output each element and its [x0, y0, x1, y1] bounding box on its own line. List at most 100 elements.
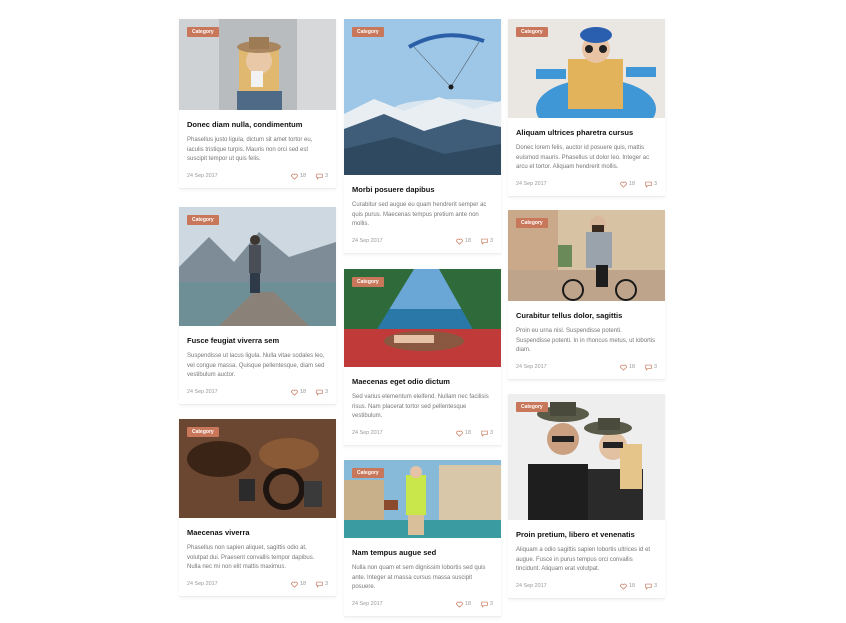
category-badge[interactable]: Category — [187, 215, 219, 225]
comment-icon — [481, 430, 488, 437]
comments-count: 3 — [654, 364, 657, 371]
post-card[interactable]: Category Maecenas viverra Phasellus non … — [179, 419, 336, 597]
heart-icon — [291, 581, 298, 588]
likes[interactable]: 18 — [620, 364, 635, 371]
post-excerpt: Sed varius elementum eleifend. Nullam ne… — [352, 394, 489, 420]
post-card[interactable]: Category Nam tempus augue sed Nulla non … — [344, 460, 501, 617]
post-card[interactable]: Category Morbi posuere dapibus Curabitur… — [344, 19, 501, 254]
post-date: 24 Sep 2017 — [187, 581, 218, 588]
likes-count: 18 — [465, 430, 471, 437]
likes[interactable]: 18 — [291, 389, 306, 396]
comments[interactable]: 3 — [316, 173, 328, 180]
comment-icon — [316, 581, 323, 588]
likes[interactable]: 18 — [620, 583, 635, 590]
category-badge[interactable]: Category — [516, 218, 548, 228]
category-badge[interactable]: Category — [352, 277, 384, 287]
post-image[interactable]: Category — [508, 19, 665, 118]
post-image[interactable]: Category — [179, 19, 336, 110]
comments[interactable]: 3 — [481, 430, 493, 437]
post-excerpt: Curabitur sed augue eu quam hendrerit se… — [352, 202, 487, 228]
likes[interactable]: 18 — [291, 581, 306, 588]
likes[interactable]: 18 — [456, 430, 471, 437]
post-title[interactable]: Morbi posuere dapibus — [352, 185, 493, 195]
likes[interactable]: 18 — [620, 181, 635, 188]
likes[interactable]: 18 — [456, 238, 471, 245]
post-excerpt: Phasellus non sapien aliquet, sagittis o… — [187, 545, 315, 571]
likes-count: 18 — [300, 389, 306, 396]
comment-icon — [645, 181, 652, 188]
comments[interactable]: 3 — [645, 181, 657, 188]
likes[interactable]: 18 — [456, 601, 471, 608]
comments-count: 3 — [325, 173, 328, 180]
comments[interactable]: 3 — [481, 238, 493, 245]
heart-icon — [620, 364, 627, 371]
likes-count: 18 — [300, 581, 306, 588]
post-excerpt: Phasellus justo ligula, dictum sit amet … — [187, 137, 313, 163]
comments[interactable]: 3 — [316, 389, 328, 396]
category-badge[interactable]: Category — [187, 427, 219, 437]
post-title[interactable]: Nam tempus augue sed — [352, 548, 493, 558]
post-card[interactable]: Category Aliquam ultrices pharetra cursu… — [508, 19, 665, 197]
post-date: 24 Sep 2017 — [187, 173, 218, 180]
comment-icon — [316, 389, 323, 396]
likes-count: 18 — [465, 238, 471, 245]
comment-icon — [316, 173, 323, 180]
comments-count: 3 — [490, 430, 493, 437]
heart-icon — [456, 601, 463, 608]
category-badge[interactable]: Category — [352, 468, 384, 478]
category-badge[interactable]: Category — [516, 27, 548, 37]
heart-icon — [620, 583, 627, 590]
comments-count: 3 — [490, 238, 493, 245]
comments[interactable]: 3 — [645, 364, 657, 371]
comment-icon — [645, 583, 652, 590]
post-date: 24 Sep 2017 — [352, 430, 383, 437]
post-card[interactable]: Category Curabitur tellus dolor, sagitti… — [508, 210, 665, 380]
post-excerpt: Donec lorem felis, auctor id posuere qui… — [516, 145, 650, 171]
post-image[interactable]: Category — [179, 207, 336, 326]
post-excerpt: Aliquam a odio sagittis sapien lobortis … — [516, 547, 651, 573]
post-image[interactable]: Category — [344, 269, 501, 367]
likes[interactable]: 18 — [291, 173, 306, 180]
comments-count: 3 — [325, 581, 328, 588]
post-title[interactable]: Aliquam ultrices pharetra cursus — [516, 128, 657, 138]
comments-count: 3 — [325, 389, 328, 396]
post-date: 24 Sep 2017 — [516, 583, 547, 590]
post-title[interactable]: Maecenas viverra — [187, 528, 328, 538]
post-date: 24 Sep 2017 — [516, 181, 547, 188]
likes-count: 18 — [300, 173, 306, 180]
likes-count: 18 — [629, 364, 635, 371]
post-card[interactable]: Category Maecenas eget odio dictum Sed v… — [344, 269, 501, 446]
post-card[interactable]: Category Fusce feugiat viverra sem Suspe… — [179, 207, 336, 405]
post-image[interactable]: Category — [179, 419, 336, 518]
post-date: 24 Sep 2017 — [516, 364, 547, 371]
post-image[interactable]: Category — [508, 210, 665, 301]
post-card[interactable]: Category Proin pretium, libero et venena… — [508, 394, 665, 599]
post-title[interactable]: Curabitur tellus dolor, sagittis — [516, 311, 657, 321]
comments[interactable]: 3 — [481, 601, 493, 608]
likes-count: 18 — [629, 583, 635, 590]
category-badge[interactable]: Category — [516, 402, 548, 412]
heart-icon — [456, 238, 463, 245]
post-card[interactable]: Category Donec diam nulla, condimentum P… — [179, 19, 336, 189]
category-badge[interactable]: Category — [352, 27, 384, 37]
post-title[interactable]: Fusce feugiat viverra sem — [187, 336, 328, 346]
heart-icon — [456, 430, 463, 437]
post-excerpt: Suspendisse ut lacus ligula. Nulla vitae… — [187, 353, 325, 379]
comment-icon — [645, 364, 652, 371]
post-excerpt: Nulla non quam et sem dignissim lobortis… — [352, 565, 486, 591]
post-title[interactable]: Maecenas eget odio dictum — [352, 377, 493, 387]
post-title[interactable]: Proin pretium, libero et venenatis — [516, 530, 657, 540]
comments-count: 3 — [654, 583, 657, 590]
likes-count: 18 — [629, 181, 635, 188]
comments[interactable]: 3 — [316, 581, 328, 588]
post-excerpt: Proin eu urna nisl. Suspendisse potenti.… — [516, 328, 656, 354]
category-badge[interactable]: Category — [187, 27, 219, 37]
post-title[interactable]: Donec diam nulla, condimentum — [187, 120, 328, 130]
post-image[interactable]: Category — [344, 460, 501, 538]
comments[interactable]: 3 — [645, 583, 657, 590]
post-image[interactable]: Category — [344, 19, 501, 175]
post-image[interactable]: Category — [508, 394, 665, 520]
post-date: 24 Sep 2017 — [352, 238, 383, 245]
likes-count: 18 — [465, 601, 471, 608]
comments-count: 3 — [490, 601, 493, 608]
